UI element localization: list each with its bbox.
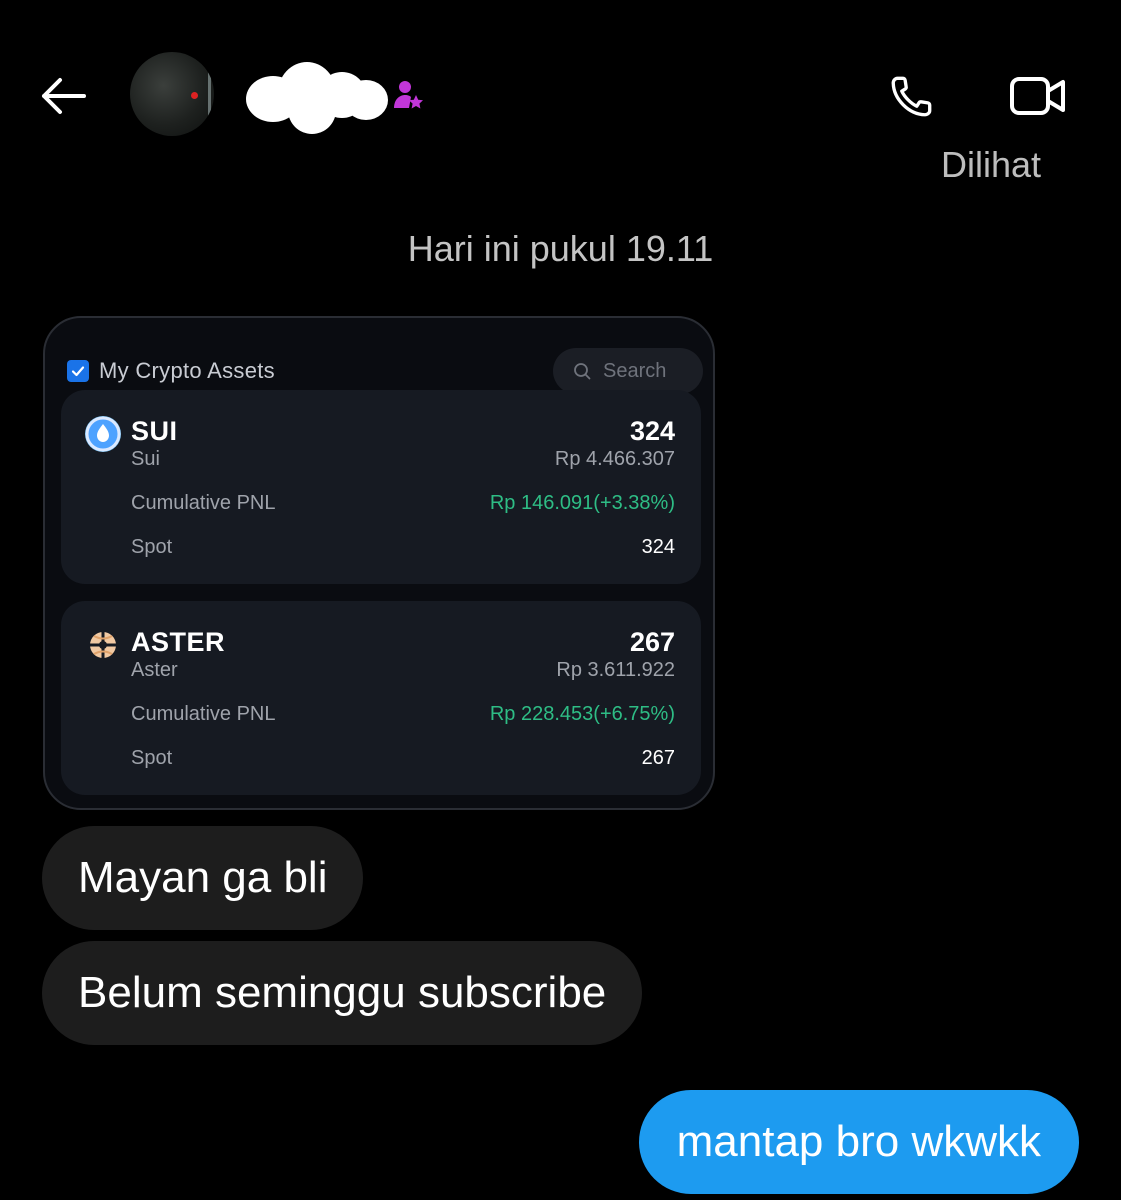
phone-icon — [891, 76, 932, 117]
pnl-label: Cumulative PNL — [131, 703, 276, 725]
person-star-icon — [392, 78, 424, 112]
asset-symbol: ASTER — [131, 627, 226, 657]
message-text: Belum seminggu subscribe — [78, 968, 607, 1017]
pnl-value: Rp 146.091(+3.38%) — [489, 492, 675, 514]
message-bubble-outgoing[interactable]: mantap bro wkwkk — [638, 1090, 1079, 1194]
video-camera-icon — [1010, 77, 1065, 115]
spot-value: 267 — [641, 747, 675, 769]
message-text: mantap bro wkwkk — [676, 1117, 1041, 1166]
sui-logo-icon — [85, 416, 121, 452]
asset-card-sui: SUI Sui 324 Rp 4.466.307 Cumulative PNL … — [61, 390, 701, 584]
checkbox-checked-icon — [67, 360, 89, 382]
shared-image[interactable]: My Crypto Assets Search SUI Sui 324 Rp 4… — [43, 316, 715, 810]
asset-card-aster: ASTER Aster 267 Rp 3.611.922 Cumulative … — [61, 601, 701, 795]
contact-name-redacted[interactable] — [244, 56, 390, 136]
call-button[interactable] — [880, 64, 944, 128]
avatar[interactable] — [130, 52, 214, 136]
search-icon — [574, 363, 591, 380]
message-bubble-incoming[interactable]: Mayan ga bli — [42, 826, 364, 930]
spot-label: Spot — [131, 536, 173, 558]
aster-logo-icon — [85, 627, 121, 663]
message-bubble-incoming[interactable]: Belum seminggu subscribe — [42, 941, 643, 1045]
asset-value: Rp 4.466.307 — [554, 448, 675, 470]
seen-status: Dilihat — [940, 144, 1041, 185]
asset-value: Rp 3.611.922 — [556, 659, 675, 681]
asset-symbol: SUI — [131, 416, 178, 446]
search-placeholder: Search — [603, 359, 667, 382]
asset-quantity: 324 — [629, 416, 675, 446]
image-header: My Crypto Assets Search — [65, 338, 703, 398]
spot-label: Spot — [131, 747, 173, 769]
video-call-button[interactable] — [1004, 64, 1072, 128]
pnl-value: Rp 228.453(+6.75%) — [489, 703, 675, 725]
message-timestamp: Hari ini pukul 19.11 — [407, 228, 714, 269]
back-button[interactable] — [34, 70, 90, 122]
image-title: My Crypto Assets — [99, 358, 275, 383]
spot-value: 324 — [641, 536, 675, 558]
asset-name: Aster — [131, 659, 178, 681]
message-text: Mayan ga bli — [78, 853, 328, 902]
arrow-left-icon — [42, 78, 86, 114]
pnl-label: Cumulative PNL — [131, 492, 276, 514]
asset-name: Sui — [131, 448, 160, 470]
image-search-field: Search — [553, 348, 703, 394]
asset-quantity: 267 — [629, 627, 675, 657]
